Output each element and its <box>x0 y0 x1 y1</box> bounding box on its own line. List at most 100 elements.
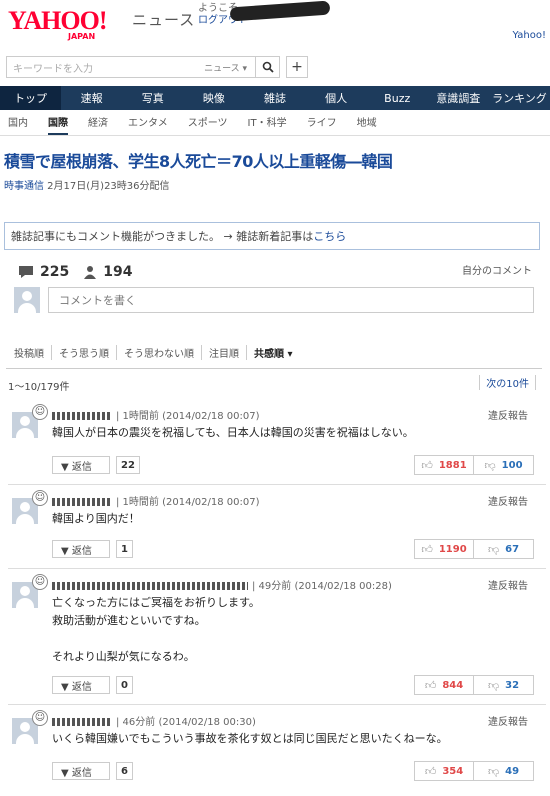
smile-icon: ☺ <box>32 574 48 590</box>
like-count: 1190 <box>438 543 467 555</box>
like-button[interactable]: 👍︎ 354 <box>415 762 475 780</box>
subnav-item-life[interactable]: ライフ <box>307 114 337 135</box>
sort-by-attention[interactable]: 注目順 <box>202 345 247 360</box>
vote-buttons: 👍︎ 1190 👎︎ 67 <box>414 539 534 559</box>
nav-item-video[interactable]: 映像 <box>183 86 244 110</box>
nav-item-magazine[interactable]: 雑誌 <box>244 86 305 110</box>
redacted-username <box>52 582 248 590</box>
comment-timestamp: | 1時間前 (2014/02/18 00:07) <box>116 411 260 422</box>
reply-button[interactable]: ▼ 返信 <box>52 676 110 694</box>
yahoo-logo-sub: JAPAN <box>68 32 96 41</box>
subnav-item-it-science[interactable]: IT・科学 <box>248 114 287 135</box>
like-button[interactable]: 👍︎ 1190 <box>415 540 475 558</box>
reply-button[interactable]: ▼ 返信 <box>52 540 110 558</box>
vote-buttons: 👍︎ 354 👎︎ 49 <box>414 761 534 781</box>
nav-item-individual[interactable]: 個人 <box>306 86 367 110</box>
reply-button[interactable]: ▼ 返信 <box>52 762 110 780</box>
subnav-item-sports[interactable]: スポーツ <box>188 114 228 135</box>
publisher-link[interactable]: 時事通信 <box>4 181 44 192</box>
vote-buttons: 👍︎ 1881 👎︎ 100 <box>414 455 534 475</box>
like-count: 354 <box>442 765 464 777</box>
report-link[interactable]: 違反報告 <box>488 407 528 422</box>
comment-actions: ▼ 返信 22 <box>52 456 140 474</box>
sort-by-post[interactable]: 投稿順 <box>14 345 52 360</box>
divider <box>8 704 546 705</box>
sort-by-disagree[interactable]: そう思わない順 <box>117 345 202 360</box>
smile-icon: ☺ <box>32 490 48 506</box>
reply-button[interactable]: ▼ 返信 <box>52 456 110 474</box>
user-icon <box>84 266 97 279</box>
search-placeholder: キーワードを入力 <box>13 63 93 75</box>
search-input[interactable]: キーワードを入力 ニュース ▾ <box>6 56 256 78</box>
like-button[interactable]: 👍︎ 844 <box>415 676 475 694</box>
thumbs-down-icon: 👎︎ <box>487 764 500 778</box>
search-scope-select[interactable]: ニュース ▾ <box>204 61 247 74</box>
comment-meta: | 49分前 (2014/02/18 00:28) <box>52 577 392 592</box>
divider <box>6 368 542 369</box>
comment-bubble-icon <box>19 266 33 278</box>
nav-item-survey[interactable]: 意識調査 <box>428 86 489 110</box>
comment-item: ☺ | 1時間前 (2014/02/18 00:07) 違反報告 韓国より国内だ… <box>12 490 542 566</box>
comment-stats: 225 194 <box>18 264 146 280</box>
result-range: 1〜10/179件 <box>8 382 70 393</box>
dislike-count: 67 <box>505 543 520 555</box>
smile-icon: ☺ <box>32 710 48 726</box>
article-date: 2月17日(月)23時36分配信 <box>44 181 170 192</box>
subnav-item-economy[interactable]: 経済 <box>88 114 108 135</box>
comment-actions: ▼ 返信 6 <box>52 762 133 780</box>
like-count: 844 <box>442 679 464 691</box>
report-link[interactable]: 違反報告 <box>488 493 528 508</box>
yahoo-top-link[interactable]: Yahoo! <box>513 30 546 41</box>
comment-item: ☺ | 46分前 (2014/02/18 00:30) 違反報告 いくら韓国嫌い… <box>12 710 542 786</box>
sort-by-empathy[interactable]: 共感順 ▾ <box>247 345 300 360</box>
nav-item-photos[interactable]: 写真 <box>122 86 183 110</box>
section-title[interactable]: ニュース <box>132 9 195 30</box>
thumbs-down-icon: 👎︎ <box>484 458 496 472</box>
article-headline[interactable]: 積雪で屋根崩落、学生8人死亡＝70人以上重軽傷―韓国 <box>4 148 393 172</box>
reply-count: 1 <box>116 540 133 558</box>
redacted-username <box>52 718 112 726</box>
dislike-button[interactable]: 👎︎ 32 <box>474 676 533 694</box>
redacted-username <box>52 498 112 506</box>
nav-item-ranking[interactable]: ランキング <box>489 86 550 110</box>
subnav-item-entertainment[interactable]: エンタメ <box>128 114 168 135</box>
comment-body: 亡くなった方にはご冥福をお祈りします。 救助活動が進むといいですね。 それより山… <box>52 596 260 663</box>
report-link[interactable]: 違反報告 <box>488 577 528 592</box>
subnav-item-international[interactable]: 国際 <box>48 114 68 135</box>
comment-timestamp: | 46分前 (2014/02/18 00:30) <box>116 717 256 728</box>
comment-input[interactable]: コメントを書く <box>48 287 534 313</box>
search-button[interactable] <box>256 56 280 78</box>
notice-text: 雑誌記事にもコメント機能がつきました。 → 雑誌新着記事は <box>11 230 314 243</box>
sub-nav: 国内 国際 経済 エンタメ スポーツ IT・科学 ライフ 地域 <box>0 114 550 136</box>
reply-count: 22 <box>116 456 140 474</box>
sort-by-agree[interactable]: そう思う順 <box>52 345 117 360</box>
dislike-button[interactable]: 👎︎ 67 <box>474 540 533 558</box>
like-count: 1881 <box>438 459 467 471</box>
subnav-item-region[interactable]: 地域 <box>357 114 377 135</box>
reply-count: 6 <box>116 762 133 780</box>
smile-icon: ☺ <box>32 404 48 420</box>
nav-item-breaking[interactable]: 速報 <box>61 86 122 110</box>
main-nav: トップ 速報 写真 映像 雑誌 個人 Buzz 意識調査 ランキング <box>0 86 550 110</box>
search-icon <box>262 61 274 73</box>
comment-item: ☺ | 49分前 (2014/02/18 00:28) 違反報告 亡くなった方に… <box>12 574 542 704</box>
comment-timestamp: | 49分前 (2014/02/18 00:28) <box>252 581 392 592</box>
nav-item-buzz[interactable]: Buzz <box>367 86 428 110</box>
thumbs-down-icon: 👎︎ <box>487 678 500 692</box>
thumbs-up-icon: 👍︎ <box>421 458 433 472</box>
add-button[interactable]: + <box>286 56 308 78</box>
subnav-item-domestic[interactable]: 国内 <box>8 114 28 135</box>
like-button[interactable]: 👍︎ 1881 <box>415 456 475 474</box>
avatar <box>14 287 40 313</box>
report-link[interactable]: 違反報告 <box>488 713 528 728</box>
notice-link[interactable]: こちら <box>313 228 346 244</box>
comment-meta: | 1時間前 (2014/02/18 00:07) <box>52 493 260 508</box>
dislike-count: 100 <box>501 459 523 471</box>
comment-meta: | 46分前 (2014/02/18 00:30) <box>52 713 256 728</box>
my-comments-link[interactable]: 自分のコメント <box>462 262 532 277</box>
comment-actions: ▼ 返信 1 <box>52 540 133 558</box>
dislike-button[interactable]: 👎︎ 49 <box>474 762 533 780</box>
nav-item-top[interactable]: トップ <box>0 86 62 110</box>
dislike-button[interactable]: 👎︎ 100 <box>474 456 533 474</box>
next-page-link[interactable]: 次の10件 <box>479 375 536 390</box>
